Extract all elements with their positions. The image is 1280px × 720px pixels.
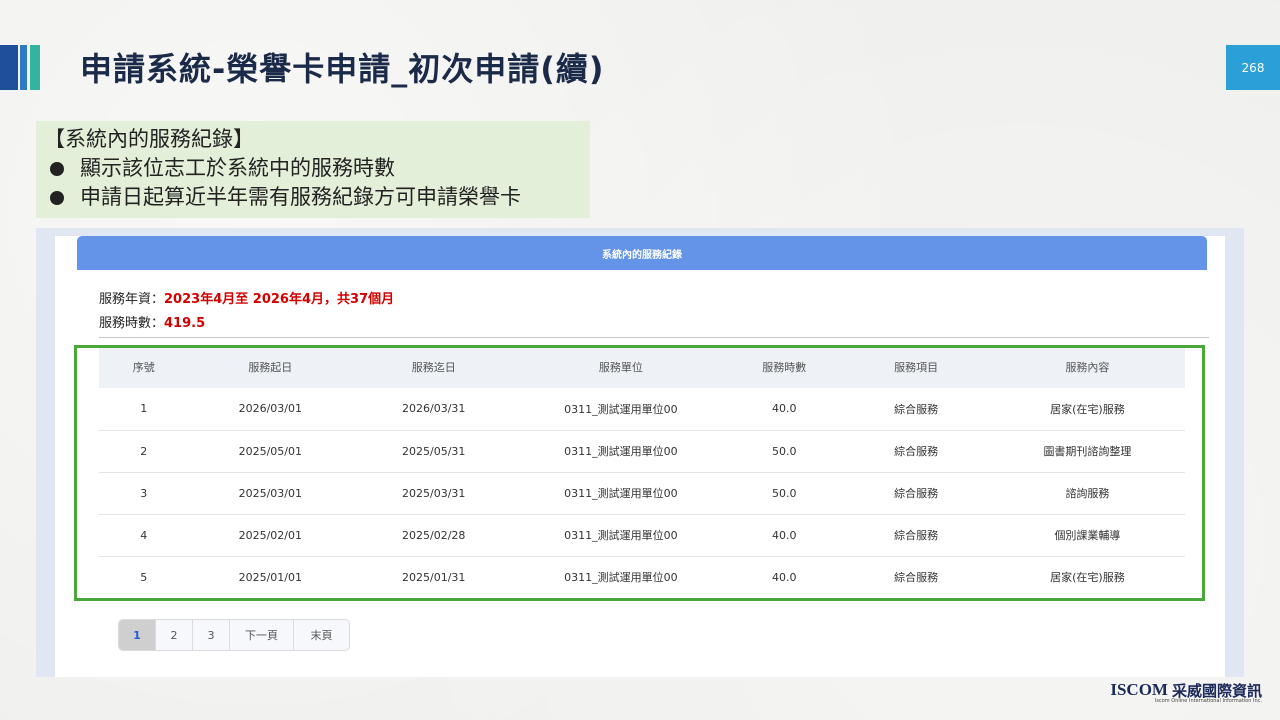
- column-header: 服務單位: [598, 361, 643, 374]
- cell-end-date: 2025/01/31: [402, 570, 466, 584]
- cell-content: 個別課業輔導: [1054, 529, 1121, 542]
- cell-start-date: 2025/01/01: [238, 570, 303, 584]
- page-button-2[interactable]: 2: [156, 620, 193, 650]
- cell-hours: 40.0: [772, 570, 797, 584]
- last-page-button[interactable]: 末頁: [294, 620, 349, 650]
- page-number-badge: 268: [1226, 45, 1280, 90]
- cell-index: 2: [140, 444, 148, 458]
- screenshot-panel: 系統內的服務紀錄 服務年資：2023年4月至 2026年4月，共37個月 服務時…: [36, 228, 1244, 677]
- service-record-table: 序號 服務起日 服務迄日 服務單位 服務時數 服務項目 服務內容 1 2026/…: [99, 346, 1185, 599]
- page-button-1[interactable]: 1: [119, 620, 156, 650]
- cell-index: 1: [140, 402, 148, 416]
- callout-bullet: 顯示該位志工於系統中的服務時數: [44, 154, 582, 183]
- hours-label: 服務時數：: [99, 316, 165, 331]
- divider: [99, 337, 1209, 338]
- tenure-line: 服務年資：2023年4月至 2026年4月，共37個月: [99, 288, 394, 312]
- card-header: 系統內的服務紀錄: [77, 236, 1207, 270]
- next-page-button[interactable]: 下一頁: [230, 620, 294, 650]
- table-row: 4 2025/02/01 2025/02/28 0311_測試運用單位00 40…: [99, 514, 1185, 556]
- cell-item: 綜合服務: [894, 571, 939, 584]
- callout-bullet: 申請日起算近半年需有服務紀錄方可申請榮譽卡: [44, 183, 582, 212]
- cell-unit: 0311_測試運用單位00: [564, 487, 678, 500]
- cell-hours: 40.0: [772, 402, 797, 416]
- cell-end-date: 2025/05/31: [402, 444, 466, 458]
- service-record-card: 系統內的服務紀錄 服務年資：2023年4月至 2026年4月，共37個月 服務時…: [55, 236, 1225, 677]
- cell-end-date: 2026/03/31: [402, 402, 466, 416]
- pagination: 1 2 3 下一頁 末頁: [118, 619, 350, 651]
- cell-item: 綜合服務: [894, 445, 939, 458]
- column-header: 服務項目: [894, 361, 939, 374]
- tenure-value: 2023年4月至 2026年4月，共37個月: [164, 292, 395, 307]
- accent-bar: [0, 45, 18, 90]
- hours-value: 419.5: [164, 316, 206, 331]
- accent-bar: [20, 45, 27, 90]
- callout-bullet-text: 申請日起算近半年需有服務紀錄方可申請榮譽卡: [80, 185, 521, 209]
- cell-unit: 0311_測試運用單位00: [564, 529, 678, 542]
- cell-index: 5: [140, 570, 148, 584]
- cell-content: 居家(在宅)服務: [1050, 402, 1125, 416]
- cell-start-date: 2026/03/01: [238, 402, 303, 416]
- cell-hours: 40.0: [772, 528, 797, 542]
- logo-subtitle: Iscom Online International Information I…: [1154, 698, 1262, 704]
- callout-box: 【系統內的服務紀錄】 顯示該位志工於系統中的服務時數 申請日起算近半年需有服務紀…: [36, 121, 590, 218]
- record-table-scroll[interactable]: 序號 服務起日 服務迄日 服務單位 服務時數 服務項目 服務內容 1 2026/…: [99, 346, 1185, 602]
- table-row: 2 2025/05/01 2025/05/31 0311_測試運用單位00 50…: [99, 430, 1185, 472]
- page-button-3[interactable]: 3: [193, 620, 230, 650]
- hours-line: 服務時數：419.5: [99, 312, 394, 336]
- column-header: 序號: [132, 361, 155, 374]
- company-logo: ISCOM 采威國際資訊 Iscom Online International …: [1110, 677, 1262, 704]
- cell-unit: 0311_測試運用單位00: [564, 571, 678, 584]
- cell-content: 居家(在宅)服務: [1050, 571, 1125, 584]
- bullet-dot-icon: [50, 161, 64, 176]
- accent-bar: [30, 45, 40, 90]
- cell-item: 綜合服務: [894, 402, 939, 416]
- cell-hours: 50.0: [772, 444, 797, 458]
- column-header: 服務時數: [762, 361, 807, 374]
- table-row: 1 2026/03/01 2026/03/31 0311_測試運用單位00 40…: [99, 388, 1185, 430]
- column-header: 服務起日: [248, 361, 293, 374]
- column-header: 服務迄日: [411, 361, 456, 374]
- bullet-dot-icon: [50, 190, 64, 205]
- cell-content: 諮詢服務: [1065, 487, 1110, 500]
- column-header: 服務內容: [1065, 361, 1110, 374]
- cell-index: 4: [140, 528, 148, 542]
- table-header-row: 序號 服務起日 服務迄日 服務單位 服務時數 服務項目 服務內容: [99, 346, 1185, 388]
- cell-end-date: 2025/03/31: [402, 486, 466, 500]
- table-row: 5 2025/01/01 2025/01/31 0311_測試運用單位00 40…: [99, 556, 1185, 598]
- tenure-label: 服務年資：: [99, 292, 165, 307]
- table-row: 3 2025/03/01 2025/03/31 0311_測試運用單位00 50…: [99, 472, 1185, 514]
- cell-item: 綜合服務: [894, 529, 939, 542]
- callout-bullet-text: 顯示該位志工於系統中的服務時數: [80, 156, 395, 180]
- cell-end-date: 2025/02/28: [402, 528, 466, 542]
- cell-start-date: 2025/02/01: [238, 528, 303, 542]
- cell-item: 綜合服務: [894, 487, 939, 500]
- summary-info: 服務年資：2023年4月至 2026年4月，共37個月 服務時數：419.5: [99, 288, 394, 336]
- cell-index: 3: [140, 486, 148, 500]
- callout-heading: 【系統內的服務紀錄】: [44, 127, 254, 151]
- cell-unit: 0311_測試運用單位00: [564, 402, 678, 416]
- cell-content: 圖書期刊諮詢整理: [1043, 445, 1132, 458]
- cell-start-date: 2025/05/01: [238, 444, 303, 458]
- logo-text-en: ISCOM: [1110, 680, 1168, 699]
- cell-unit: 0311_測試運用單位00: [564, 445, 678, 458]
- cell-hours: 50.0: [772, 486, 797, 500]
- cell-start-date: 2025/03/01: [238, 486, 303, 500]
- slide-title: 申請系統-榮譽卡申請_初次申請(續): [80, 50, 605, 88]
